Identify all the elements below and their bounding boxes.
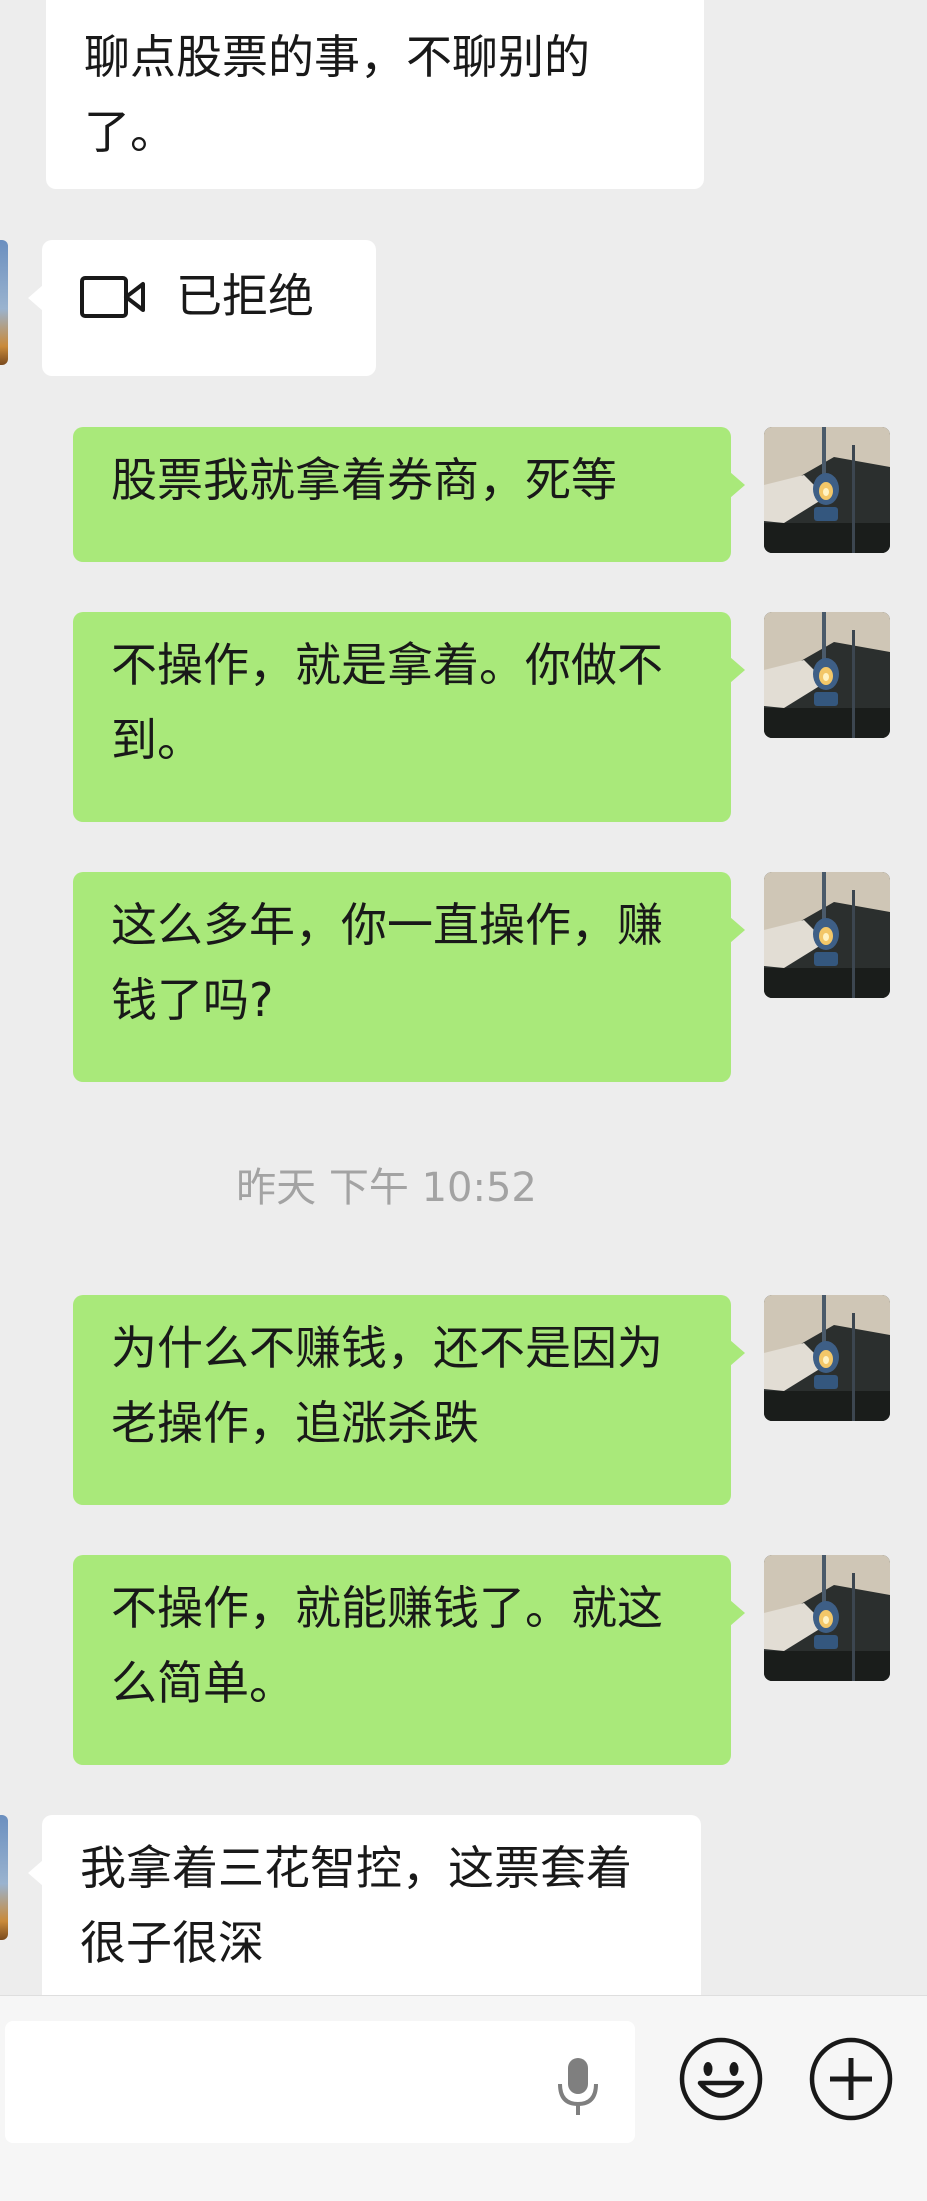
- lantern-photo-icon: [764, 1295, 890, 1421]
- message-bubble-outgoing[interactable]: 为什么不赚钱，还不是因为老操作，追涨杀跌: [73, 1295, 745, 1505]
- microphone-icon[interactable]: [555, 2056, 601, 2118]
- message-text: 聊点股票的事，不聊别的了。: [84, 30, 590, 159]
- message-bubble-outgoing[interactable]: 不操作，就能赚钱了。就这么简单。: [73, 1555, 745, 1765]
- my-avatar[interactable]: [764, 1555, 890, 1681]
- message-bubble-video-call[interactable]: 已拒绝: [28, 240, 376, 376]
- message-text: 不操作，就是拿着。你做不到。: [111, 638, 663, 767]
- contact-avatar[interactable]: [0, 1815, 8, 1940]
- message-timestamp: 昨天 下午 10:52: [236, 1165, 537, 1211]
- message-text: 我拿着三花智控，这票套着很子很深: [80, 1841, 632, 1970]
- message-bubble-outgoing[interactable]: 不操作，就是拿着。你做不到。: [73, 612, 745, 822]
- video-camera-icon: [80, 275, 145, 318]
- message-input[interactable]: [5, 2021, 635, 2143]
- chat-message-list[interactable]: 聊点股票的事，不聊别的了。 已拒绝 股票我就拿着券商，死等 不操作，就是拿着。你…: [0, 0, 927, 1995]
- call-status-text: 已拒绝: [176, 269, 314, 323]
- message-bubble-outgoing[interactable]: 这么多年，你一直操作，赚钱了吗?: [73, 872, 745, 1082]
- plus-circle-icon[interactable]: [808, 2036, 894, 2122]
- message-text: 不操作，就能赚钱了。就这么简单。: [111, 1581, 663, 1710]
- my-avatar[interactable]: [764, 427, 890, 553]
- smiley-face-icon[interactable]: [678, 2036, 764, 2122]
- message-bubble-incoming[interactable]: 聊点股票的事，不聊别的了。: [46, 0, 704, 189]
- chat-input-bar: [0, 1995, 927, 2201]
- message-text: 为什么不赚钱，还不是因为老操作，追涨杀跌: [111, 1321, 663, 1450]
- my-avatar[interactable]: [764, 872, 890, 998]
- message-text: 这么多年，你一直操作，赚钱了吗?: [111, 898, 663, 1027]
- my-avatar[interactable]: [764, 1295, 890, 1421]
- my-avatar[interactable]: [764, 612, 890, 738]
- lantern-photo-icon: [764, 1555, 890, 1681]
- lantern-photo-icon: [764, 872, 890, 998]
- message-bubble-outgoing[interactable]: 股票我就拿着券商，死等: [73, 427, 745, 562]
- lantern-photo-icon: [764, 427, 890, 553]
- contact-avatar[interactable]: [0, 240, 8, 365]
- message-bubble-incoming[interactable]: 我拿着三花智控，这票套着很子很深: [28, 1815, 701, 1995]
- message-text: 股票我就拿着券商，死等: [111, 453, 617, 507]
- lantern-photo-icon: [764, 612, 890, 738]
